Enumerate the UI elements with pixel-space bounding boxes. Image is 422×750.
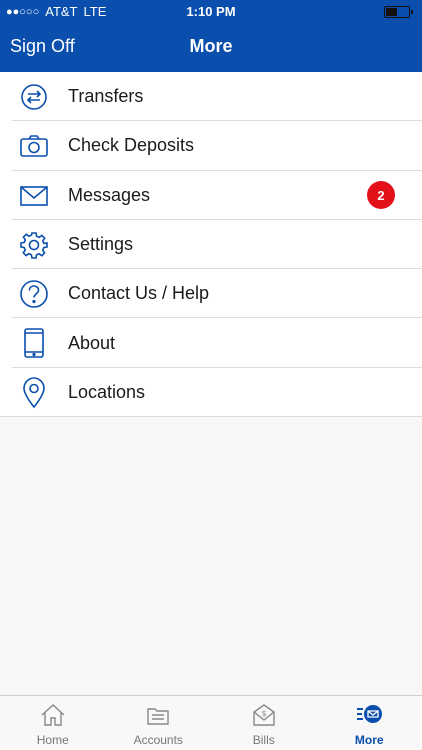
home-icon <box>0 703 106 727</box>
tab-label: Accounts <box>133 733 183 747</box>
accounts-icon <box>106 703 212 727</box>
bottom-tab-bar: Home Accounts $ Bills More <box>0 695 422 750</box>
envelope-icon <box>18 182 50 210</box>
page-title: More <box>189 36 233 56</box>
svg-text:$: $ <box>261 709 266 718</box>
menu-item-check-deposits[interactable]: Check Deposits <box>0 121 422 171</box>
menu-item-locations[interactable]: Locations <box>0 368 422 418</box>
menu-item-label: Locations <box>68 381 146 402</box>
camera-icon <box>18 132 50 160</box>
tab-home[interactable]: Home <box>0 696 106 750</box>
tab-bills[interactable]: $ Bills <box>211 696 317 750</box>
tab-label: Home <box>36 733 69 747</box>
menu-item-contact-help[interactable]: Contact Us / Help <box>0 269 422 319</box>
menu-item-label: Settings <box>68 234 134 255</box>
menu-item-label: Check Deposits <box>68 135 195 156</box>
gear-icon <box>18 231 50 259</box>
menu-item-about[interactable]: About <box>0 318 422 369</box>
menu-item-label: Contact Us / Help <box>68 283 210 304</box>
menu-item-label: Messages <box>68 184 151 205</box>
tab-more[interactable]: More <box>317 696 422 750</box>
more-icon <box>317 703 422 727</box>
tab-label: More <box>354 733 384 747</box>
tab-label: Bills <box>252 733 275 747</box>
menu-item-settings[interactable]: Settings <box>0 220 422 270</box>
menu-item-transfers[interactable]: Transfers <box>0 72 422 122</box>
more-menu: Transfers Check Deposits Messages 2 Sett… <box>0 72 422 418</box>
transfers-icon <box>18 83 50 111</box>
unread-count-badge: 2 <box>367 181 395 210</box>
menu-item-messages[interactable]: Messages 2 <box>0 171 422 221</box>
phone-device-icon <box>18 328 50 359</box>
help-icon <box>18 280 50 308</box>
battery-icon <box>384 6 413 18</box>
menu-item-label: About <box>68 332 116 353</box>
location-pin-icon <box>18 376 50 409</box>
tab-accounts[interactable]: Accounts <box>106 696 212 750</box>
status-bar: ●●○○○ AT&T LTE 1:10 PM <box>0 0 422 24</box>
top-bar: ●●○○○ AT&T LTE 1:10 PM Sign Off More <box>0 0 422 72</box>
status-time: 1:10 PM <box>186 4 236 19</box>
bills-icon: $ <box>211 703 317 727</box>
menu-item-label: Transfers <box>68 86 144 107</box>
